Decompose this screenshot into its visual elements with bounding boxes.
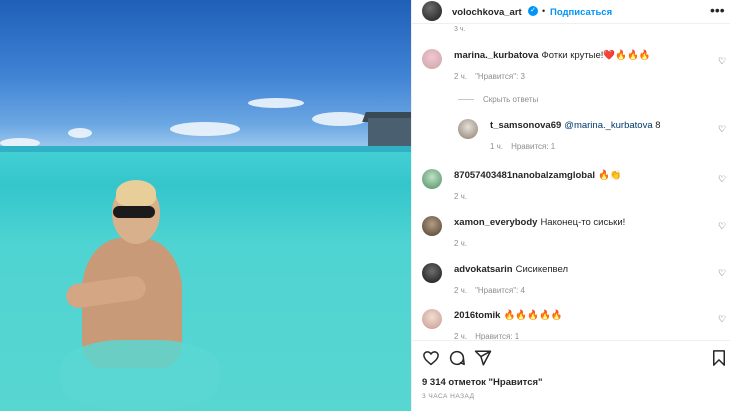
comment-username[interactable]: marina._kurbatova [454, 50, 538, 61]
post-time[interactable]: 3 ЧАСА НАЗАД [422, 393, 474, 400]
reply-username[interactable]: t_samsonova69 [490, 120, 561, 131]
horizon [0, 146, 411, 152]
likes-count[interactable]: 9 314 отметок "Нравится" [422, 377, 543, 388]
commenter-avatar[interactable] [422, 263, 442, 283]
comment-text: xamon_everybody Наконец-то сиськи! [454, 217, 625, 228]
comment-time[interactable]: 2 ч. [454, 332, 467, 340]
comment-meta: 2 ч. "Нравится": 4 [454, 286, 525, 295]
hide-replies-button[interactable]: Скрыть ответы [483, 95, 538, 104]
comment-username[interactable]: xamon_everybody [454, 217, 537, 228]
person-hair [116, 180, 156, 206]
share-icon[interactable] [474, 349, 492, 367]
commenter-avatar[interactable] [422, 169, 442, 189]
like-icon[interactable] [422, 349, 440, 367]
verified-icon: ✓ [528, 6, 538, 16]
cloud [312, 112, 368, 126]
comment-username[interactable]: 2016tomik [454, 310, 500, 321]
save-icon[interactable] [710, 349, 728, 367]
comment-body: Наконец-то сиськи! [540, 217, 626, 228]
comment-text: marina._kurbatova Фотки крутые!❤️🔥🔥🔥 [454, 50, 651, 61]
reply-item: t_samsonova69 @marina._kurbatova 8 1 ч. Нр… [412, 118, 730, 154]
like-heart-icon[interactable]: ♡ [718, 314, 726, 325]
commenter-avatar[interactable] [422, 216, 442, 236]
reply-divider [458, 99, 474, 100]
comment-likes[interactable]: "Нравится": 3 [475, 72, 525, 81]
like-heart-icon[interactable]: ♡ [718, 221, 726, 232]
post-photo[interactable] [0, 0, 411, 411]
comment-item: marina._kurbatova Фотки крутые!❤️🔥🔥🔥 2 ч.… [412, 48, 730, 88]
replier-avatar[interactable] [458, 119, 478, 139]
comment-body: 🔥👏 [598, 170, 622, 181]
comment-meta: 2 ч. [454, 192, 467, 201]
comment-body: 🔥🔥🔥🔥🔥 [503, 310, 563, 321]
reply-body: 8 [655, 120, 661, 131]
comment-text: 2016tomik 🔥🔥🔥🔥🔥 [454, 310, 563, 321]
commenter-avatar[interactable] [422, 49, 442, 69]
comment-text: 87057403481nanobalzamglobal 🔥👏 [454, 170, 622, 181]
post-modal: volochkova_art ✓ • Подписаться ••• 3 ч. … [0, 0, 730, 411]
comment-body: Сисикепвел [515, 264, 568, 275]
more-icon[interactable]: ••• [710, 2, 725, 18]
comment-likes[interactable]: "Нравится": 4 [475, 286, 525, 295]
like-heart-icon[interactable]: ♡ [718, 124, 726, 135]
comment-item: xamon_everybody Наконец-то сиськи! 2 ч. ♡ [412, 215, 730, 249]
like-heart-icon[interactable]: ♡ [718, 268, 726, 279]
author-username[interactable]: volochkova_art [452, 7, 522, 18]
comment-time[interactable]: 2 ч. [454, 192, 467, 201]
cloud [68, 128, 92, 138]
like-heart-icon[interactable]: ♡ [718, 174, 726, 185]
comment-time[interactable]: 2 ч. [454, 286, 467, 295]
comment-icon[interactable] [448, 349, 466, 367]
comment-likes[interactable]: Нравится: 1 [475, 332, 519, 340]
comment-text: advokatsarin Сисикепвел [454, 264, 568, 275]
cloud [170, 122, 240, 136]
reply-mention[interactable]: @marina._kurbatova [564, 120, 652, 131]
cloud [248, 98, 304, 108]
comment-body: Фотки крутые!❤️🔥🔥🔥 [541, 50, 651, 61]
action-bar [412, 340, 730, 370]
comment-meta: 2 ч. "Нравится": 3 [454, 72, 525, 81]
comment-item: advokatsarin Сисикепвел 2 ч. "Нравится": 4… [412, 262, 730, 296]
comment-time[interactable]: 2 ч. [454, 72, 467, 81]
separator-dot: • [542, 6, 546, 16]
partial-comment-meta: 3 ч. [454, 26, 466, 33]
comment-item: 2016tomik 🔥🔥🔥🔥🔥 2 ч. Нравится: 1 ♡ [412, 308, 730, 340]
post-header: volochkova_art ✓ • Подписаться ••• [412, 0, 730, 24]
reply-time[interactable]: 1 ч. [490, 142, 503, 151]
comment-username[interactable]: advokatsarin [454, 264, 513, 275]
comments-panel: volochkova_art ✓ • Подписаться ••• 3 ч. … [411, 0, 730, 411]
commenter-avatar[interactable] [422, 309, 442, 329]
reply-likes[interactable]: Нравится: 1 [511, 142, 555, 151]
follow-button[interactable]: Подписаться [550, 7, 612, 18]
comment-time[interactable]: 2 ч. [454, 239, 467, 248]
reply-text: t_samsonova69 @marina._kurbatova 8 [490, 120, 661, 131]
comment-meta: 2 ч. [454, 239, 467, 248]
author-avatar[interactable] [422, 1, 442, 21]
comment-item: 87057403481nanobalzamglobal 🔥👏 2 ч. ♡ [412, 168, 730, 202]
like-heart-icon[interactable]: ♡ [718, 56, 726, 67]
reply-meta: 1 ч. Нравится: 1 [490, 142, 555, 151]
comment-meta: 2 ч. Нравится: 1 [454, 332, 519, 340]
comment-username[interactable]: 87057403481nanobalzamglobal [454, 170, 595, 181]
sunglasses [113, 206, 155, 218]
water-hut [368, 118, 411, 146]
water-surface [60, 340, 220, 410]
